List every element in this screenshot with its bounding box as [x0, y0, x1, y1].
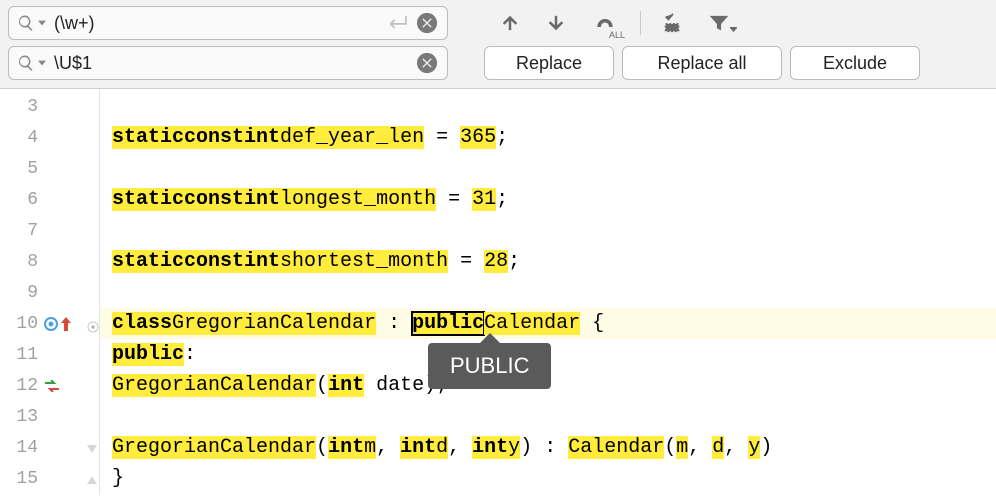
fold-marker[interactable]	[87, 472, 99, 484]
search-icon	[17, 14, 35, 32]
lineno: 3	[8, 97, 38, 117]
replace-all-button[interactable]: Replace all	[622, 46, 782, 80]
current-match[interactable]: public	[412, 312, 484, 335]
lineno: 12	[8, 376, 38, 396]
code-area[interactable]: static const int def_year_len = 365; sta…	[100, 89, 996, 495]
code-line[interactable]	[112, 91, 996, 122]
find-box[interactable]	[8, 6, 448, 40]
lineno: 15	[8, 469, 38, 489]
find-replace-toolbar: ALL Replace Replace all Exclude	[0, 0, 996, 89]
override-up-icon[interactable]	[60, 317, 72, 331]
code-line[interactable]: }	[112, 463, 996, 494]
fold-toggle[interactable]	[87, 317, 99, 329]
search-icon	[17, 54, 35, 72]
exclude-button[interactable]: Exclude	[790, 46, 920, 80]
replace-row: Replace Replace all Exclude	[8, 46, 988, 80]
replace-box[interactable]	[8, 46, 448, 80]
lineno: 7	[8, 221, 38, 241]
code-line[interactable]	[112, 401, 996, 432]
next-match-button[interactable]	[542, 9, 570, 37]
lineno: 14	[8, 438, 38, 458]
find-tool-icons: ALL	[496, 9, 733, 37]
lineno: 5	[8, 159, 38, 179]
code-line[interactable]: GregorianCalendar(int date);	[112, 370, 996, 401]
code-line[interactable]	[112, 277, 996, 308]
lineno: 8	[8, 252, 38, 272]
divider	[640, 11, 641, 35]
replace-input[interactable]	[54, 53, 409, 74]
clear-replace-button[interactable]	[415, 51, 439, 75]
gutter: 3 4 5 6 7 8 9 10 11 12 13 14	[0, 89, 100, 495]
enter-hint-icon	[387, 16, 409, 30]
code-line[interactable]	[112, 215, 996, 246]
clear-find-button[interactable]	[415, 11, 439, 35]
breakpoint-circle-icon[interactable]	[44, 317, 58, 331]
fold-marker[interactable]	[87, 441, 99, 453]
code-line[interactable]	[112, 153, 996, 184]
lineno: 6	[8, 190, 38, 210]
select-all-button[interactable]: ALL	[588, 9, 622, 37]
prev-match-button[interactable]	[496, 9, 524, 37]
chevron-down-icon[interactable]	[38, 59, 46, 67]
lineno: 11	[8, 345, 38, 365]
select-occurrences-button[interactable]	[659, 9, 687, 37]
recursive-call-icon[interactable]	[44, 380, 60, 392]
lineno: 10	[8, 314, 38, 334]
lineno: 4	[8, 128, 38, 148]
find-row: ALL	[8, 6, 988, 40]
filter-button[interactable]	[705, 9, 733, 37]
editor: 3 4 5 6 7 8 9 10 11 12 13 14	[0, 89, 996, 495]
replace-button[interactable]: Replace	[484, 46, 614, 80]
code-line[interactable]: public:	[112, 339, 996, 370]
lineno: 9	[8, 283, 38, 303]
code-line[interactable]: static const int shortest_month = 28;	[112, 246, 996, 277]
code-line[interactable]: static const int longest_month = 31;	[112, 184, 996, 215]
lineno: 13	[8, 407, 38, 427]
code-line[interactable]: class GregorianCalendar : public Calenda…	[100, 308, 996, 339]
code-line[interactable]: GregorianCalendar(int m, int d, int y) :…	[112, 432, 996, 463]
find-input[interactable]	[54, 13, 381, 34]
code-line[interactable]: static const int def_year_len = 365;	[112, 122, 996, 153]
chevron-down-icon[interactable]	[38, 19, 46, 27]
